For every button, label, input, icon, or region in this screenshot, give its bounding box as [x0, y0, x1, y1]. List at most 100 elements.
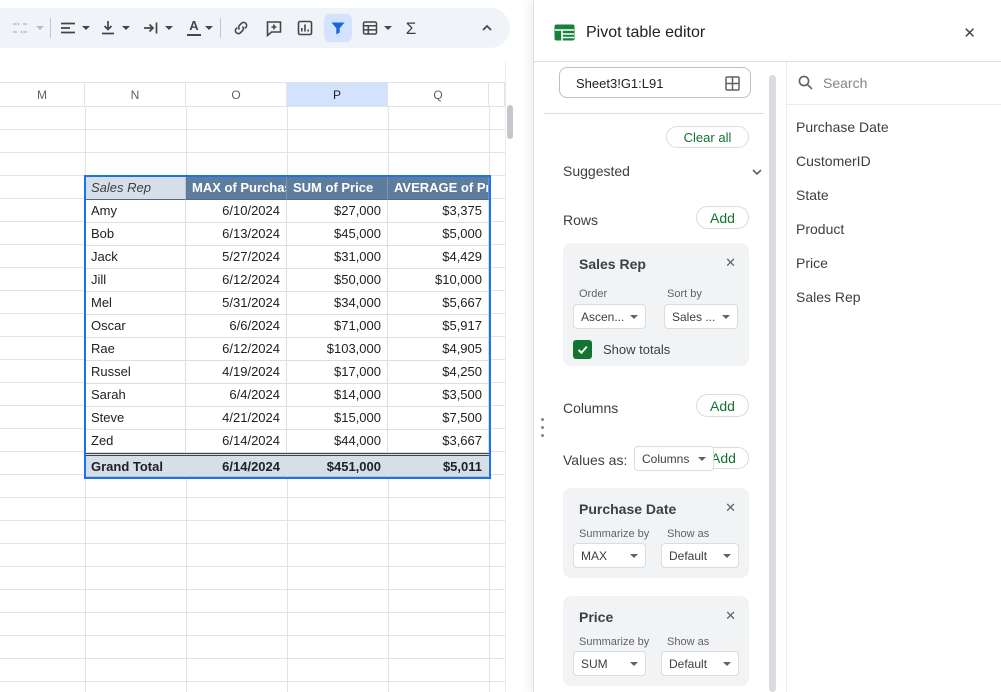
column-header-O[interactable]: O [186, 83, 287, 106]
pivot-cell[interactable]: $15,000 [287, 407, 388, 430]
pivot-cell[interactable]: 4/19/2024 [186, 361, 287, 384]
sort-by-dropdown[interactable]: Sales ... [664, 304, 738, 329]
pivot-cell[interactable]: $7,500 [388, 407, 489, 430]
panel-drag-handle[interactable] [538, 418, 546, 440]
pivot-cell[interactable]: $50,000 [287, 269, 388, 292]
pivot-cell[interactable]: 6/6/2024 [186, 315, 287, 338]
range-input[interactable]: Sheet3!G1:L91 [559, 67, 751, 98]
show-as-dropdown[interactable]: Default [661, 543, 739, 568]
columns-add-button[interactable]: Add [696, 394, 749, 417]
pivot-header-cell[interactable]: MAX of Purchas [186, 176, 287, 200]
insert-link-button[interactable] [227, 14, 255, 42]
pivot-cell[interactable]: $5,011 [388, 456, 489, 477]
sheet-vertical-scrollbar[interactable] [505, 62, 513, 692]
pivot-cell[interactable]: $34,000 [287, 292, 388, 315]
clear-all-button[interactable]: Clear all [666, 126, 749, 148]
vertical-align-button[interactable] [94, 14, 122, 42]
column-header-stub[interactable] [489, 83, 505, 106]
search-input[interactable] [823, 70, 993, 96]
pivot-cell[interactable]: 6/14/2024 [186, 430, 287, 453]
field-item-state[interactable]: State [787, 178, 1001, 212]
pivot-cell[interactable]: $5,917 [388, 315, 489, 338]
field-item-customerid[interactable]: CustomerID [787, 144, 1001, 178]
column-header-M[interactable]: M [0, 83, 85, 106]
pivot-row: Steve4/21/2024$15,000$7,500 [85, 407, 490, 430]
field-item-sales-rep[interactable]: Sales Rep [787, 280, 1001, 314]
pivot-cell[interactable]: Steve [85, 407, 186, 430]
pivot-cell[interactable]: 6/13/2024 [186, 223, 287, 246]
panel-close-icon[interactable]: ✕ [963, 24, 976, 42]
pivot-cell[interactable]: $5,000 [388, 223, 489, 246]
column-header-N[interactable]: N [85, 83, 186, 106]
pivot-cell[interactable]: $5,667 [388, 292, 489, 315]
pivot-cell[interactable]: Jack [85, 246, 186, 269]
functions-button[interactable]: Σ [397, 14, 425, 42]
order-dropdown[interactable]: Ascen... [573, 304, 646, 329]
pivot-cell[interactable]: Russel [85, 361, 186, 384]
pivot-header-cell[interactable]: SUM of Price [287, 176, 388, 200]
pivot-cell[interactable]: $4,250 [388, 361, 489, 384]
field-item-purchase-date[interactable]: Purchase Date [787, 110, 1001, 144]
field-item-price[interactable]: Price [787, 246, 1001, 280]
pivot-cell[interactable]: Bob [85, 223, 186, 246]
show-totals-checkbox[interactable] [573, 340, 592, 359]
pivot-cell[interactable]: Grand Total [85, 456, 186, 477]
pivot-cell[interactable]: Mel [85, 292, 186, 315]
pivot-cell[interactable]: $3,500 [388, 384, 489, 407]
pivot-cell[interactable]: $44,000 [287, 430, 388, 453]
field-item-product[interactable]: Product [787, 212, 1001, 246]
card-close-icon[interactable]: ✕ [725, 500, 736, 516]
select-data-range-icon[interactable] [724, 75, 741, 92]
card-close-icon[interactable]: ✕ [725, 255, 736, 271]
insert-chart-button[interactable] [291, 14, 319, 42]
pivot-cell[interactable]: 6/14/2024 [186, 456, 287, 477]
pivot-header-cell[interactable]: AVERAGE of Pri [388, 176, 489, 200]
values-as-dropdown[interactable]: Columns [634, 446, 714, 471]
pivot-cell[interactable]: 6/12/2024 [186, 269, 287, 292]
pivot-cell[interactable]: $4,905 [388, 338, 489, 361]
pivot-cell[interactable]: $17,000 [287, 361, 388, 384]
pivot-cell[interactable]: $45,000 [287, 223, 388, 246]
pivot-cell[interactable]: $14,000 [287, 384, 388, 407]
column-header-P[interactable]: P [287, 83, 388, 106]
column-header-Q[interactable]: Q [388, 83, 489, 106]
pivot-cell[interactable]: 6/10/2024 [186, 200, 287, 223]
summarize-by-dropdown[interactable]: MAX [573, 543, 646, 568]
pivot-cell[interactable]: $4,429 [388, 246, 489, 269]
pivot-cell[interactable]: Zed [85, 430, 186, 453]
show-as-dropdown[interactable]: Default [661, 651, 739, 676]
collapse-toolbar-button[interactable] [473, 14, 501, 42]
pivot-cell[interactable]: $71,000 [287, 315, 388, 338]
pivot-cell[interactable]: Sarah [85, 384, 186, 407]
pivot-cell[interactable]: $27,000 [287, 200, 388, 223]
pivot-cell[interactable]: 6/12/2024 [186, 338, 287, 361]
pivot-cell[interactable]: $31,000 [287, 246, 388, 269]
pivot-cell[interactable]: Oscar [85, 315, 186, 338]
panel-scrollbar-thumb[interactable] [769, 75, 776, 692]
summarize-by-dropdown[interactable]: SUM [573, 651, 646, 676]
rows-add-button[interactable]: Add [696, 206, 749, 229]
text-color-button[interactable]: A [180, 14, 208, 42]
pivot-cell[interactable]: 4/21/2024 [186, 407, 287, 430]
merge-cells-button[interactable] [6, 14, 34, 42]
pivot-header-cell[interactable]: Sales Rep [85, 176, 186, 200]
create-filter-button[interactable] [324, 14, 352, 42]
pivot-cell[interactable]: Jill [85, 269, 186, 292]
pivot-cell[interactable]: 6/4/2024 [186, 384, 287, 407]
pivot-cell[interactable]: $10,000 [388, 269, 489, 292]
pivot-cell[interactable]: $3,667 [388, 430, 489, 453]
pivot-cell[interactable]: Rae [85, 338, 186, 361]
sheet-scrollbar-thumb[interactable] [507, 105, 513, 139]
insert-comment-button[interactable] [260, 14, 288, 42]
suggested-chevron-down-icon[interactable] [750, 165, 764, 179]
pivot-cell[interactable]: Amy [85, 200, 186, 223]
card-close-icon[interactable]: ✕ [725, 608, 736, 624]
table-views-button[interactable] [356, 14, 384, 42]
pivot-cell[interactable]: $451,000 [287, 456, 388, 477]
pivot-cell[interactable]: 5/31/2024 [186, 292, 287, 315]
pivot-cell[interactable]: 5/27/2024 [186, 246, 287, 269]
pivot-cell[interactable]: $103,000 [287, 338, 388, 361]
pivot-cell[interactable]: $3,375 [388, 200, 489, 223]
text-wrap-button[interactable] [137, 14, 165, 42]
horizontal-align-button[interactable] [54, 14, 82, 42]
